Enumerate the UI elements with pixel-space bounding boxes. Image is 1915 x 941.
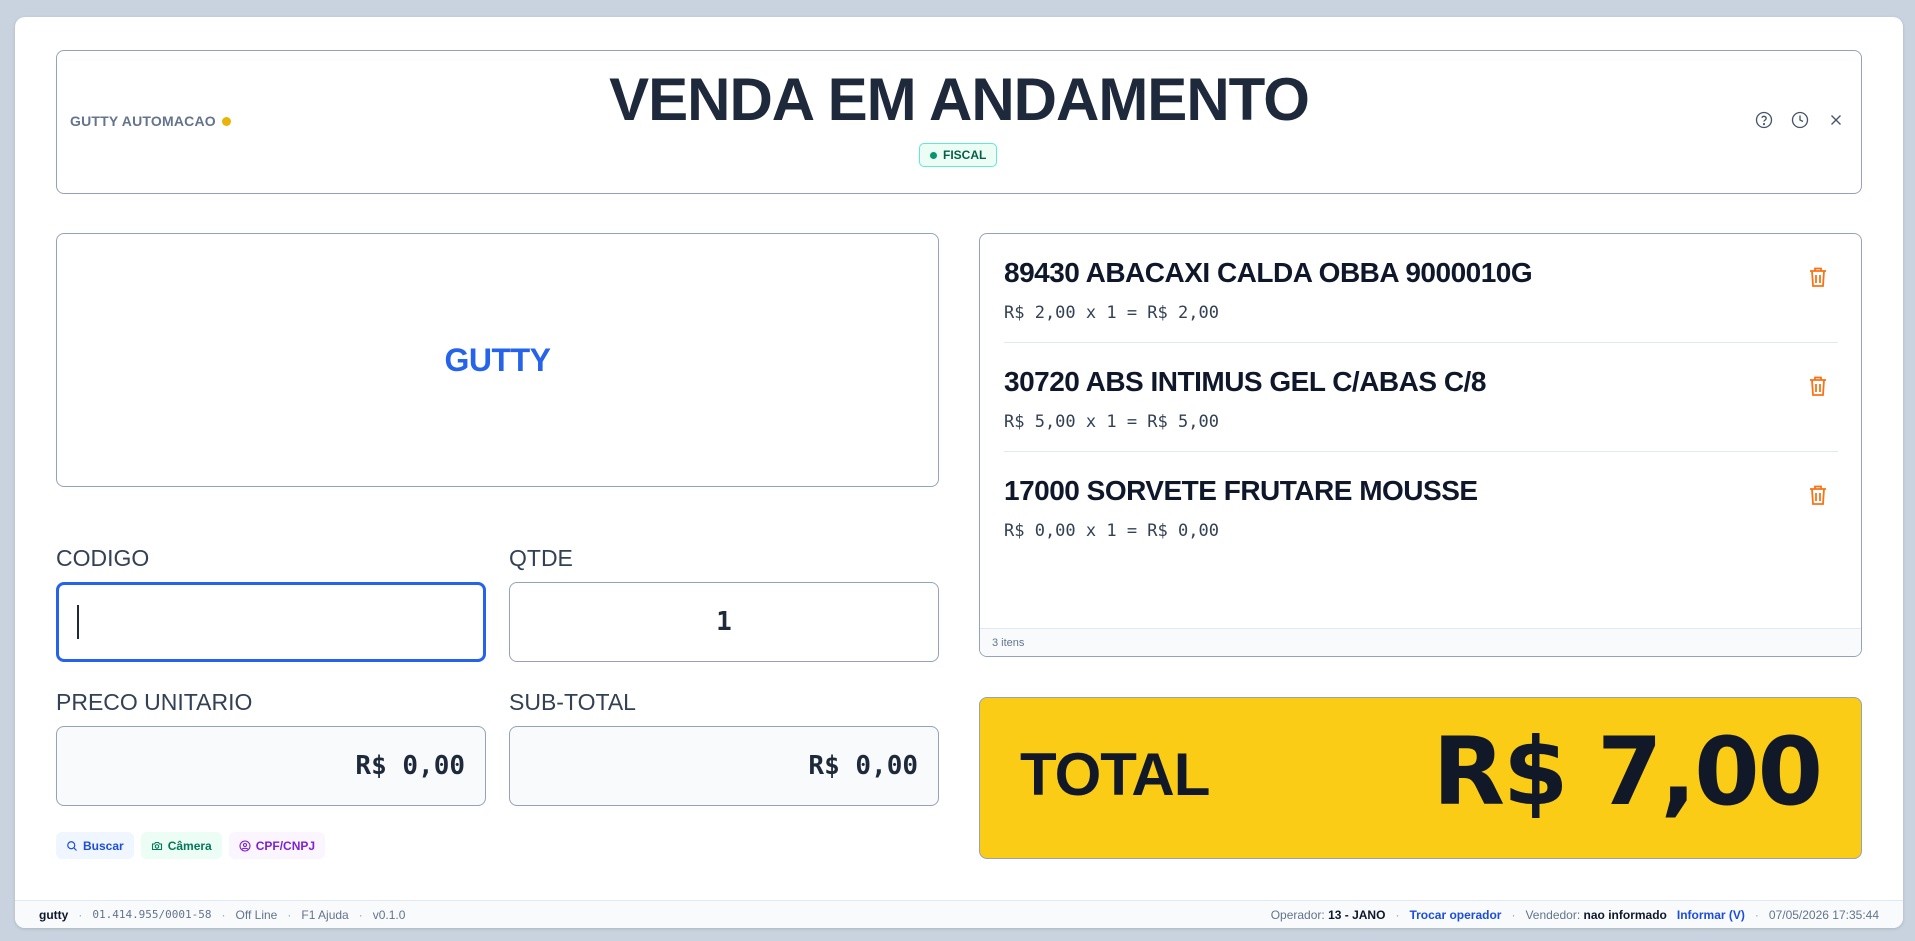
qtde-label: QTDE [509, 545, 573, 571]
separator: · [221, 907, 226, 922]
sub-total-label: SUB-TOTAL [509, 689, 636, 715]
trash-icon[interactable] [1808, 484, 1828, 506]
inform-seller-link[interactable]: Informar (V) [1677, 908, 1745, 922]
cpf-cnpj-label: CPF/CNPJ [255, 838, 316, 853]
connection-status: Off Line [235, 907, 278, 922]
sale-header: GUTTY AUTOMACAO VENDA EM ANDAMENTO FISCA… [56, 50, 1862, 194]
app-version: v0.1.0 [372, 907, 406, 922]
codigo-input[interactable] [56, 582, 486, 662]
status-bar: gutty · 01.414.955/0001-58 · Off Line · … [15, 900, 1903, 928]
item-name: 17000 SORVETE FRUTARE MOUSSE [1004, 475, 1478, 506]
pos-window: GUTTY AUTOMACAO VENDA EM ANDAMENTO FISCA… [15, 17, 1903, 928]
history-icon[interactable] [1791, 111, 1809, 129]
help-icon[interactable] [1755, 111, 1773, 129]
seller-value: nao informado [1583, 907, 1667, 922]
search-icon [67, 840, 77, 851]
text-caret [77, 605, 79, 639]
separator: · [1511, 907, 1516, 922]
preco-unitario-value: R$ 0,00 [355, 751, 465, 781]
item-name: 30720 ABS INTIMUS GEL C/ABAS C/8 [1004, 366, 1486, 397]
item-calc: R$ 2,00 x 1 = R$ 2,00 [1004, 303, 1219, 323]
quick-actions: Buscar Câmera CPF/CNPJ [56, 832, 326, 859]
preco-unitario-label: PRECO UNITARIO [56, 689, 253, 715]
trash-icon[interactable] [1808, 375, 1828, 397]
qtde-value: 1 [716, 607, 732, 637]
qtde-input[interactable]: 1 [509, 582, 939, 662]
sub-total-value: R$ 0,00 [808, 751, 918, 781]
user-circle-icon [239, 839, 251, 852]
item-name: 89430 ABACAXI CALDA OBBA 9000010G [1004, 257, 1533, 288]
item-calc: R$ 0,00 x 1 = R$ 0,00 [1004, 521, 1219, 541]
brand-logo: GUTTY [444, 341, 551, 378]
header-actions [1755, 111, 1845, 129]
fiscal-dot-icon [930, 151, 937, 159]
operator-value: 13 - JANO [1328, 907, 1386, 922]
seller-info: Vendedor: nao informado [1525, 908, 1666, 922]
item-calc: R$ 5,00 x 1 = R$ 5,00 [1004, 412, 1219, 432]
buscar-label: Buscar [83, 838, 124, 853]
help-shortcut[interactable]: F1 Ajuda [301, 908, 348, 922]
total-label: TOTAL [1020, 741, 1210, 808]
status-bar-right: Operador: 13 - JANO · Trocar operador · … [1271, 908, 1879, 922]
total-value: R$ 7,00 [1432, 718, 1823, 827]
codigo-label: CODIGO [56, 545, 150, 571]
camera-button[interactable]: Câmera [140, 832, 222, 859]
fiscal-badge: FISCAL [919, 143, 998, 167]
list-item[interactable]: 30720 ABS INTIMUS GEL C/ABAS C/8 R$ 5,00… [1004, 343, 1838, 452]
cpf-cnpj-button[interactable]: CPF/CNPJ [228, 832, 326, 859]
close-icon[interactable] [1827, 111, 1845, 129]
separator: · [78, 907, 83, 922]
camera-icon [151, 841, 162, 850]
page-title: VENDA EM ANDAMENTO [609, 66, 1310, 133]
seller-label: Vendedor: [1525, 907, 1581, 922]
cnpj: 01.414.955/0001-58 [92, 908, 212, 921]
list-item[interactable]: 17000 SORVETE FRUTARE MOUSSE R$ 0,00 x 1… [1004, 452, 1838, 561]
items-list: 89430 ABACAXI CALDA OBBA 9000010G R$ 2,0… [979, 233, 1862, 657]
separator: · [1754, 907, 1759, 922]
trash-icon[interactable] [1808, 266, 1828, 288]
operator-label: Operador: [1270, 907, 1325, 922]
datetime: 07/05/2026 17:35:44 [1768, 907, 1879, 922]
status-bar-left: gutty · 01.414.955/0001-58 · Off Line · … [39, 908, 405, 922]
fiscal-badge-label: FISCAL [943, 148, 987, 162]
sub-total-field: R$ 0,00 [509, 726, 939, 806]
operator-info: Operador: 13 - JANO [1271, 908, 1386, 922]
change-operator-link[interactable]: Trocar operador [1409, 908, 1501, 922]
separator: · [358, 907, 363, 922]
total-panel: TOTAL R$ 7,00 [979, 697, 1862, 859]
preco-unitario-field: R$ 0,00 [56, 726, 486, 806]
items-count: 3 itens [980, 628, 1861, 656]
user-name: gutty [39, 907, 69, 922]
product-image-panel: GUTTY [56, 233, 939, 487]
separator: · [287, 907, 292, 922]
camera-label: Câmera [167, 838, 212, 853]
list-item[interactable]: 89430 ABACAXI CALDA OBBA 9000010G R$ 2,0… [1004, 234, 1838, 343]
buscar-button[interactable]: Buscar [56, 832, 134, 859]
separator: · [1395, 907, 1400, 922]
